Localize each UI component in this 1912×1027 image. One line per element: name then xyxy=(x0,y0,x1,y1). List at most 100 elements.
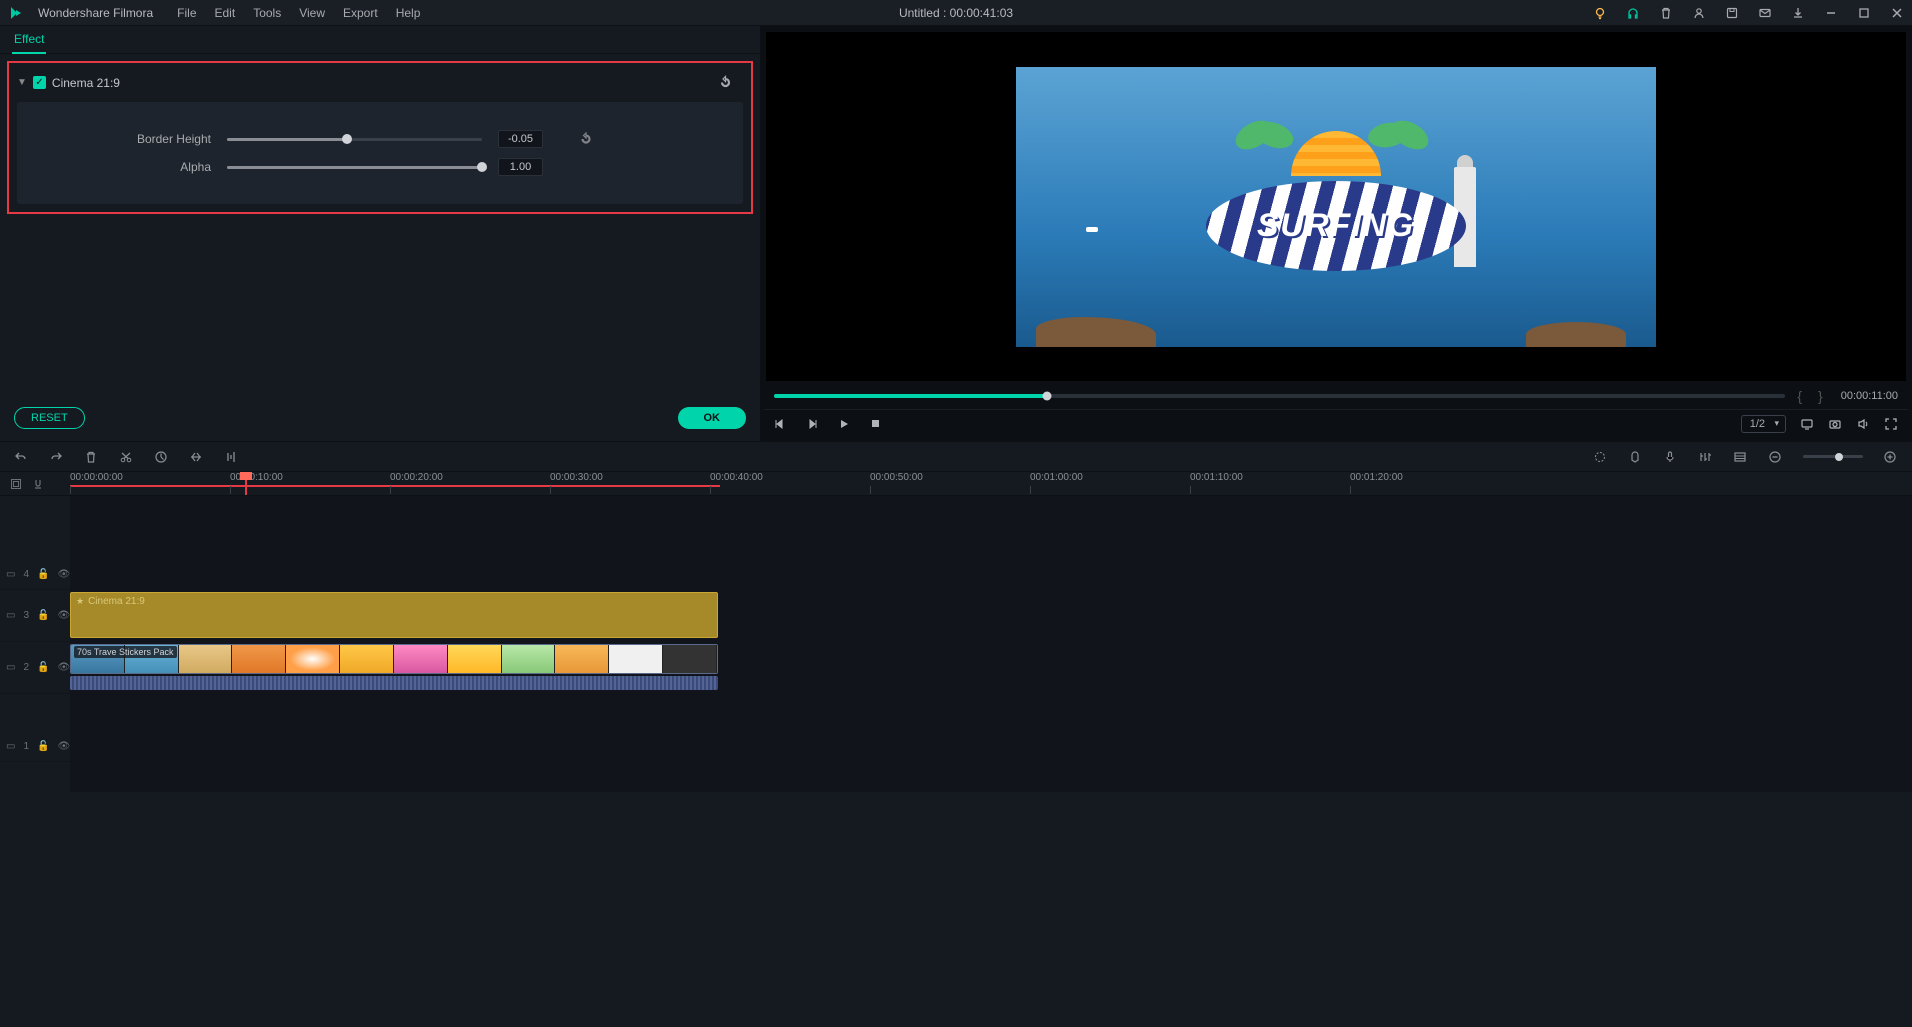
menu-tools[interactable]: Tools xyxy=(253,6,281,20)
track-number: 2 xyxy=(23,662,29,673)
track-type-icon: ▭ xyxy=(6,662,15,673)
timeline-ruler-row: 00:00:00:00 00:00:10:00 00:00:20:00 00:0… xyxy=(0,472,1912,496)
border-height-value[interactable]: -0.05 xyxy=(498,130,543,148)
preview-panel: SURFING { } 00:00:11:00 1/2 xyxy=(760,26,1912,441)
tab-effect[interactable]: Effect xyxy=(12,26,46,54)
next-frame-icon[interactable] xyxy=(806,418,820,430)
account-icon[interactable] xyxy=(1691,5,1706,20)
menu-edit[interactable]: Edit xyxy=(215,6,236,20)
track-gutter: ▭ 2 🔓 👁 xyxy=(0,642,70,693)
effect-name: Cinema 21:9 xyxy=(52,76,120,90)
track-spacer xyxy=(0,496,1912,560)
track-content[interactable] xyxy=(70,732,1912,761)
track-spacer xyxy=(0,694,1912,732)
mark-in-icon[interactable]: { xyxy=(1793,388,1806,404)
ruler-gutter xyxy=(0,472,70,495)
menu-view[interactable]: View xyxy=(299,6,325,20)
fullscreen-icon[interactable] xyxy=(1884,417,1898,431)
undo-icon[interactable] xyxy=(14,450,29,464)
ruler-tick: 00:00:40:00 xyxy=(710,472,763,483)
track-manager-icon[interactable] xyxy=(1733,450,1748,464)
save-icon[interactable] xyxy=(1724,5,1739,20)
chevron-down-icon[interactable]: ▼ xyxy=(17,77,27,88)
scrub-bar[interactable] xyxy=(774,394,1785,398)
snapshot-icon[interactable] xyxy=(1828,417,1842,431)
menu-bar: File Edit Tools View Export Help xyxy=(177,6,420,20)
maximize-icon[interactable] xyxy=(1856,5,1871,20)
effect-enable-checkbox[interactable]: ✓ xyxy=(33,76,46,89)
redo-icon[interactable] xyxy=(49,450,64,464)
speed-icon[interactable] xyxy=(154,450,169,464)
lock-icon[interactable]: 🔓 xyxy=(37,569,49,580)
audio-waveform[interactable] xyxy=(70,676,718,690)
track-type-icon: ▭ xyxy=(6,741,15,752)
reset-effect-icon[interactable] xyxy=(718,75,733,90)
timeline-ruler[interactable]: 00:00:00:00 00:00:10:00 00:00:20:00 00:0… xyxy=(70,472,1912,495)
render-icon[interactable] xyxy=(1593,450,1608,464)
play-icon[interactable] xyxy=(838,418,852,430)
trash-icon[interactable] xyxy=(1658,5,1673,20)
record-voiceover-icon[interactable] xyxy=(1663,450,1678,464)
crop-icon[interactable] xyxy=(189,450,204,464)
alpha-slider[interactable] xyxy=(227,160,482,174)
menu-file[interactable]: File xyxy=(177,6,196,20)
effect-body: Border Height -0.05 Alpha xyxy=(17,102,743,204)
track-content[interactable]: ★Cinema 21:9 xyxy=(70,590,1912,641)
eye-icon[interactable]: 👁 xyxy=(57,662,70,673)
playhead[interactable]: ✂ xyxy=(245,472,247,495)
mixer-panel-icon[interactable] xyxy=(1698,450,1713,464)
lightbulb-icon[interactable] xyxy=(1592,5,1607,20)
titlebar-left: Wondershare Filmora File Edit Tools View… xyxy=(8,5,420,21)
track-number: 4 xyxy=(23,569,29,580)
menu-export[interactable]: Export xyxy=(343,6,378,20)
playback-time: 00:00:11:00 xyxy=(1841,390,1898,402)
track-gutter: ▭ 4 🔓 👁 xyxy=(0,560,70,589)
eye-icon[interactable]: 👁 xyxy=(57,741,70,752)
preview-scale-select[interactable]: 1/2 xyxy=(1741,415,1786,433)
lock-icon[interactable]: 🔓 xyxy=(37,610,49,621)
zoom-out-icon[interactable] xyxy=(1768,450,1783,464)
stop-icon[interactable] xyxy=(870,418,884,429)
track-content[interactable]: 70s Trave Stickers Pack xyxy=(70,642,1912,693)
border-height-slider[interactable] xyxy=(227,132,482,146)
menu-help[interactable]: Help xyxy=(396,6,421,20)
audio-mixer-icon[interactable] xyxy=(224,450,239,464)
delete-icon[interactable] xyxy=(84,450,99,464)
match-frame-icon[interactable] xyxy=(10,478,22,490)
track-type-icon: ▭ xyxy=(6,569,15,580)
minimize-icon[interactable] xyxy=(1823,5,1838,20)
track-content[interactable] xyxy=(70,560,1912,589)
lock-icon[interactable]: 🔓 xyxy=(37,741,49,752)
track-gutter: ▭ 1 🔓 👁 xyxy=(0,732,70,761)
effect-clip[interactable]: ★Cinema 21:9 xyxy=(70,592,718,638)
lock-icon[interactable]: 🔓 xyxy=(37,662,49,673)
preview-sticker-text: SURFING xyxy=(1257,207,1415,244)
download-icon[interactable] xyxy=(1790,5,1805,20)
alpha-value[interactable]: 1.00 xyxy=(498,158,543,176)
star-icon: ★ xyxy=(76,596,84,607)
video-clip[interactable]: 70s Trave Stickers Pack xyxy=(70,644,718,674)
eye-icon[interactable]: 👁 xyxy=(57,610,70,621)
zoom-slider[interactable] xyxy=(1803,455,1863,458)
display-icon[interactable] xyxy=(1800,417,1814,431)
eye-icon[interactable]: 👁 xyxy=(57,569,70,580)
preview-viewport[interactable]: SURFING xyxy=(766,32,1906,381)
reset-button[interactable]: RESET xyxy=(14,407,85,429)
prev-frame-icon[interactable] xyxy=(774,418,788,430)
app-name: Wondershare Filmora xyxy=(38,6,153,20)
param-label: Border Height xyxy=(41,132,211,146)
volume-icon[interactable] xyxy=(1856,417,1870,431)
effect-header[interactable]: ▼ ✓ Cinema 21:9 xyxy=(17,71,743,94)
zoom-in-icon[interactable] xyxy=(1883,450,1898,464)
ok-button[interactable]: OK xyxy=(678,407,747,429)
preview-frame: SURFING xyxy=(1016,67,1656,347)
snap-icon[interactable] xyxy=(32,478,44,490)
close-icon[interactable] xyxy=(1889,5,1904,20)
mark-out-icon[interactable]: } xyxy=(1814,388,1827,404)
headphones-icon[interactable] xyxy=(1625,5,1640,20)
reset-border-height-icon[interactable] xyxy=(579,132,593,146)
ruler-tick: 00:01:10:00 xyxy=(1190,472,1243,483)
mail-icon[interactable] xyxy=(1757,5,1772,20)
marker-icon[interactable] xyxy=(1628,450,1643,464)
split-icon[interactable] xyxy=(119,450,134,464)
